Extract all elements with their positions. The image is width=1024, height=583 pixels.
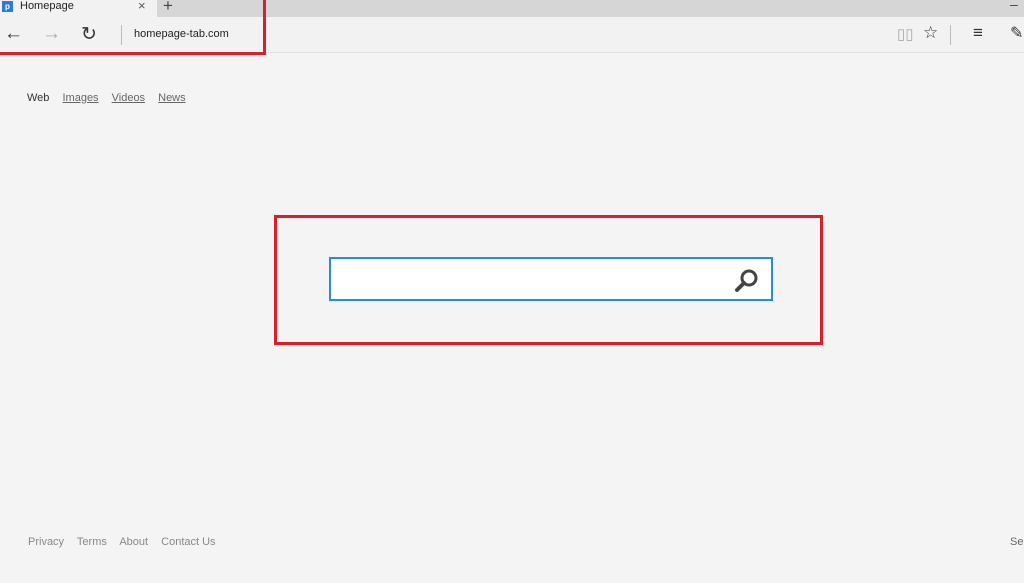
nav-images[interactable]: Images [62,92,98,104]
nav-news[interactable]: News [158,92,186,104]
hub-icon[interactable]: ≡ [973,23,983,43]
minimize-button[interactable]: – [1010,0,1018,12]
settings-link[interactable]: Se [1010,536,1023,548]
nav-web[interactable]: Web [27,92,49,104]
annotation-box-address [0,0,266,55]
search-type-nav: Web Images Videos News [27,92,196,104]
web-note-icon[interactable]: ✎ [1010,23,1023,43]
favorite-star-icon[interactable]: ☆ [923,23,938,43]
footer-about[interactable]: About [119,536,148,548]
footer-privacy[interactable]: Privacy [28,536,64,548]
footer-terms[interactable]: Terms [77,536,107,548]
annotation-box-search [274,215,823,345]
reading-view-icon[interactable]: ▯▯ [897,25,914,43]
nav-videos[interactable]: Videos [112,92,145,104]
divider [950,25,951,45]
footer-links: Privacy Terms About Contact Us [28,536,226,548]
footer-contact[interactable]: Contact Us [161,536,215,548]
